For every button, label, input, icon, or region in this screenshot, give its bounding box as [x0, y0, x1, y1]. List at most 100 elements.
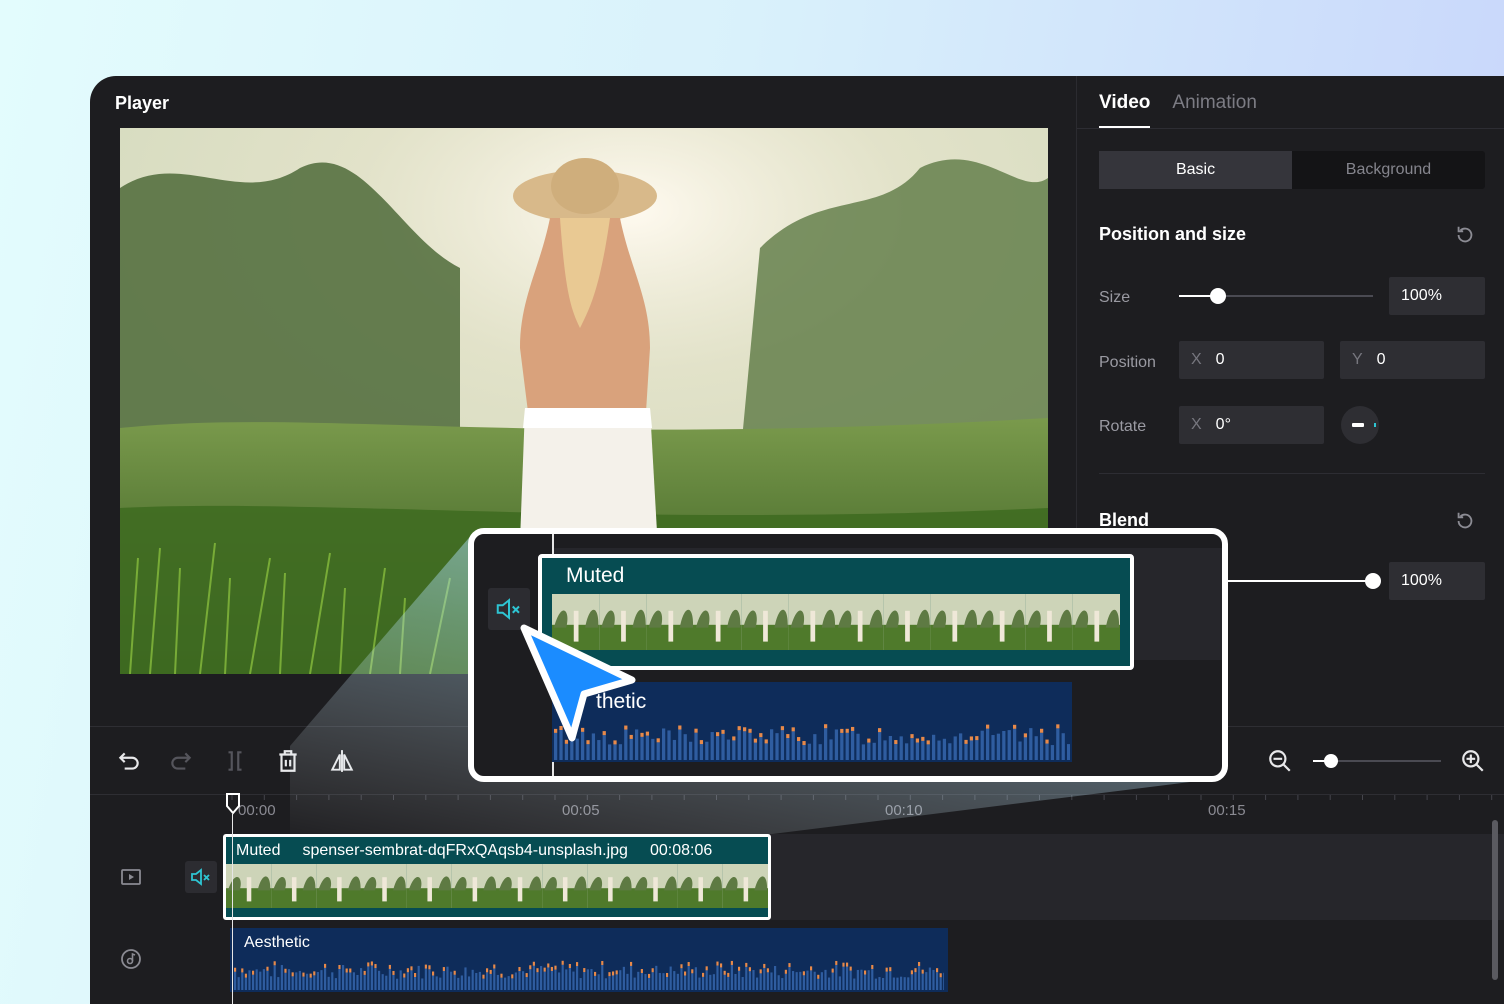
waveform-peak — [252, 970, 255, 975]
waveform-bar — [493, 968, 496, 990]
waveform-peak — [766, 968, 769, 973]
reset-icon[interactable] — [1454, 224, 1476, 246]
waveform-bar — [871, 968, 874, 990]
split-icon[interactable] — [222, 748, 248, 774]
position-y-field[interactable]: Y 0 — [1340, 341, 1485, 379]
player-title: Player — [115, 93, 170, 113]
waveform-bar — [370, 965, 373, 990]
waveform-peak — [338, 964, 341, 969]
waveform-bar — [716, 736, 720, 760]
blend-field[interactable]: 100% — [1389, 562, 1485, 600]
waveform-bar — [975, 740, 979, 760]
waveform-peak — [743, 727, 747, 732]
tab-animation[interactable]: Animation — [1172, 92, 1257, 128]
waveform-bar — [342, 965, 345, 990]
waveform-bar — [450, 971, 453, 990]
waveform-bar — [889, 971, 892, 990]
waveform-bar — [630, 965, 633, 990]
undo-icon[interactable] — [116, 748, 142, 774]
waveform-bar — [457, 977, 460, 990]
waveform-bar — [813, 734, 817, 760]
waveform-bar — [651, 972, 654, 990]
waveform-peak — [525, 973, 528, 978]
position-x-axis: X — [1191, 351, 1202, 368]
rotate-dial-icon[interactable] — [1340, 405, 1380, 445]
mirror-icon[interactable] — [329, 748, 355, 774]
tab-video[interactable]: Video — [1099, 92, 1151, 128]
waveform-bar — [234, 971, 237, 990]
delete-icon[interactable] — [275, 748, 301, 774]
waveform-peak — [374, 964, 377, 969]
reset-icon[interactable] — [1454, 510, 1476, 532]
zoom-out-icon[interactable] — [1267, 748, 1293, 774]
waveform-peak — [291, 972, 294, 977]
mute-toggle[interactable] — [185, 861, 217, 893]
waveform-bar — [784, 973, 787, 990]
waveform-bar — [288, 969, 291, 990]
thumbnail-frame — [741, 594, 789, 650]
segment-background[interactable]: Background — [1292, 151, 1485, 189]
thumbnail-frame — [451, 864, 497, 908]
waveform-peak — [918, 961, 921, 966]
redo-icon[interactable] — [168, 748, 194, 774]
waveform-bar — [619, 970, 622, 990]
thumbnail-frame — [978, 594, 1026, 650]
waveform-bar — [918, 965, 921, 990]
waveform-bar — [385, 975, 388, 990]
waveform-peak — [370, 961, 373, 966]
waveform-bar — [915, 742, 920, 760]
waveform-bar — [496, 974, 499, 990]
waveform-bar — [410, 970, 413, 990]
waveform-peak — [939, 973, 942, 978]
waveform-peak — [367, 962, 370, 967]
waveform-bar — [720, 967, 723, 990]
waveform-peak — [615, 970, 618, 975]
waveform-bar — [561, 964, 564, 990]
blend-slider-knob[interactable] — [1365, 573, 1381, 589]
waveform-bar — [710, 732, 714, 760]
size-slider-knob[interactable] — [1210, 288, 1226, 304]
waveform-peak — [428, 965, 431, 970]
size-field[interactable]: 100% — [1389, 277, 1485, 315]
waveform-peak — [737, 726, 741, 731]
waveform-peak — [802, 741, 806, 746]
rotate-field[interactable]: X 0° — [1179, 406, 1324, 444]
position-x-field[interactable]: X 0 — [1179, 341, 1324, 379]
waveform-bar — [882, 977, 885, 990]
thumbnail-frame — [722, 864, 768, 908]
playhead-handle-icon[interactable] — [225, 793, 241, 815]
waveform-bar — [888, 735, 893, 760]
waveform-peak — [656, 738, 660, 743]
timeline-scrollbar[interactable] — [1492, 820, 1498, 980]
waveform-bar — [428, 969, 431, 990]
waveform-peak — [936, 968, 939, 973]
waveform-bar — [678, 729, 682, 760]
waveform-peak — [234, 967, 237, 972]
callout-clip-status: Muted — [566, 564, 625, 587]
waveform-bar — [507, 976, 510, 990]
waveform-peak — [889, 967, 892, 972]
waveform-peak — [547, 963, 550, 968]
zoom-slider-knob[interactable] — [1324, 754, 1338, 768]
thumbnail-frame — [646, 594, 694, 650]
waveform-bar — [853, 978, 856, 990]
timeline-zoom-slider[interactable] — [1313, 754, 1441, 768]
timeline-ruler[interactable]: 00:00 00:05 00:10 00:15 — [90, 794, 1504, 832]
waveform-peak — [1013, 724, 1017, 729]
audio-clip[interactable]: Aesthetic — [230, 928, 948, 992]
zoom-in-icon[interactable] — [1460, 748, 1486, 774]
waveform-bar — [838, 976, 841, 990]
position-label: Position — [1099, 354, 1156, 371]
waveform-bar — [759, 973, 762, 990]
waveform-peak — [543, 967, 546, 972]
section-divider — [1099, 473, 1485, 474]
waveform-bar — [872, 742, 876, 760]
waveform-bar — [662, 728, 666, 760]
waveform-peak — [894, 740, 898, 745]
video-clip[interactable]: Muted spenser-sembrat-dqFRxQAqsb4-unspla… — [223, 834, 771, 920]
segment-basic[interactable]: Basic — [1099, 151, 1292, 189]
waveform-peak — [583, 968, 586, 973]
size-slider[interactable] — [1179, 288, 1373, 304]
waveform-bar — [327, 976, 330, 990]
waveform-peak — [721, 729, 725, 734]
